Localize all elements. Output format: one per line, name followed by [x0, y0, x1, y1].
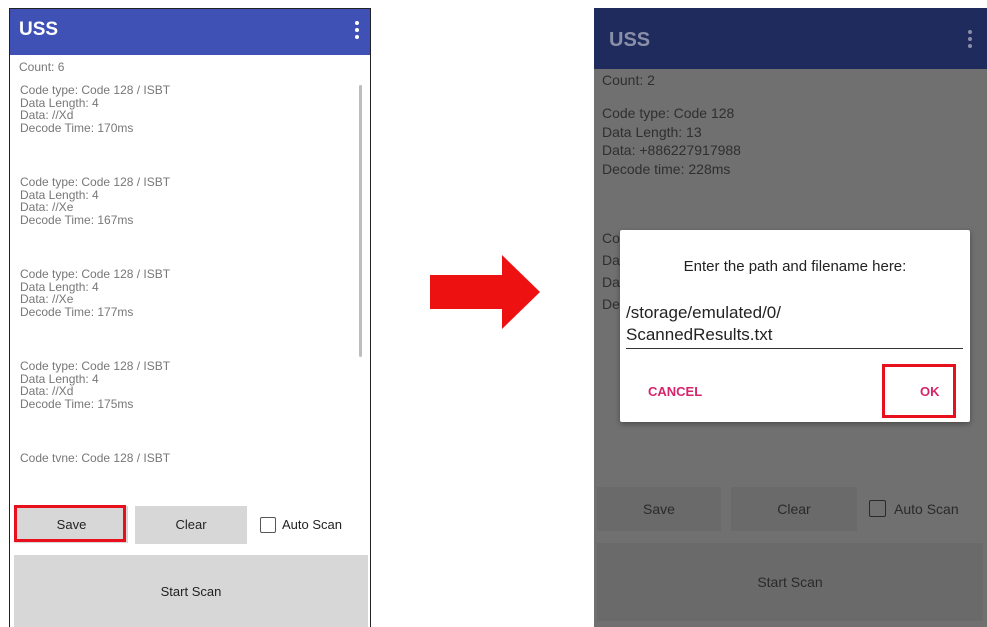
start-scan-button[interactable]: Start Scan: [597, 543, 983, 621]
app-title: USS: [609, 29, 651, 51]
list-item: Code type: Code 128 / ISBT Data Length: …: [20, 360, 355, 410]
results-list[interactable]: Code type: Code 128 / ISBT Data Length: …: [20, 84, 355, 489]
overflow-menu-icon[interactable]: [354, 21, 360, 43]
right-arrow-icon: [430, 255, 540, 329]
list-item: Code type: Code 128 / ISBT Data Length: …: [20, 84, 355, 134]
save-button[interactable]: Save: [597, 487, 721, 531]
ok-highlight-box: [882, 364, 956, 418]
path-line-2: ScannedResults.txt: [626, 325, 773, 344]
scan-count: Count: 6: [19, 60, 65, 74]
clear-button[interactable]: Clear: [731, 487, 857, 531]
data-value: Data: //Xe: [20, 200, 74, 214]
left-phone-screen: USS Count: 6 Code type: Code 128 / ISBT …: [9, 8, 371, 627]
list-item: Code type: Code 128 Data Length: 13 Data…: [602, 104, 741, 178]
data-value: Data: //Xe: [20, 292, 74, 306]
partial-text: Co: [602, 230, 620, 246]
save-highlight-box: [14, 505, 126, 542]
code-type: Code tvne: Code 128 / ISBT: [20, 451, 171, 465]
auto-scan-checkbox[interactable]: [869, 500, 886, 518]
data-value: Data: +886227917988: [602, 142, 741, 158]
data-length: Data Length: 13: [602, 123, 702, 140]
clear-button[interactable]: Clear: [135, 506, 247, 544]
code-type: Code type: Code 128 / ISBT: [20, 267, 171, 281]
code-type: Code type: Code 128 / ISBT: [20, 175, 171, 189]
code-type: Code type: Code 128 / ISBT: [20, 359, 171, 373]
data-value: Data: //Xd: [20, 108, 74, 122]
list-item: Co Da Da De: [602, 227, 620, 315]
auto-scan-label: Auto Scan: [894, 500, 959, 517]
cancel-button[interactable]: CANCEL: [648, 384, 702, 399]
partial-text: Da: [602, 274, 620, 290]
scan-count: Count: 2: [602, 72, 655, 88]
list-item: Code type: Code 128 / ISBT Data Length: …: [20, 268, 355, 318]
scrollbar[interactable]: [359, 85, 362, 357]
partial-text: Da: [602, 252, 620, 268]
decode-time: Decode Time: 170ms: [20, 120, 134, 135]
filename-input[interactable]: /storage/emulated/0/ ScannedResults.txt: [626, 302, 963, 349]
app-bar: USS: [594, 8, 987, 69]
list-item: Code type: Code 128 / ISBT Data Length: …: [20, 176, 355, 226]
overflow-menu-icon[interactable]: [967, 30, 973, 52]
path-line-1: /storage/emulated/0/: [626, 303, 781, 322]
data-value: Data: //Xd: [20, 384, 74, 398]
list-item: Code tvne: Code 128 / ISBT: [20, 452, 355, 465]
app-title: USS: [19, 19, 59, 40]
auto-scan-checkbox[interactable]: [260, 516, 276, 533]
decode-time: Decode Time: 175ms: [20, 396, 134, 411]
code-type: Code type: Code 128: [602, 105, 735, 121]
app-bar: USS: [10, 9, 370, 55]
decode-time: Decode Time: 177ms: [20, 304, 134, 319]
code-type: Code type: Code 128 / ISBT: [20, 84, 171, 97]
dialog-message: Enter the path and filename here:: [683, 258, 907, 275]
auto-scan-toggle[interactable]: Auto Scan: [869, 500, 959, 518]
partial-text: De: [602, 296, 620, 312]
auto-scan-label: Auto Scan: [282, 517, 342, 533]
auto-scan-toggle[interactable]: Auto Scan: [260, 516, 342, 534]
decode-time: Decode Time: 167ms: [20, 212, 134, 227]
decode-time: Decode time: 228ms: [602, 160, 731, 177]
start-scan-button[interactable]: Start Scan: [14, 555, 368, 627]
